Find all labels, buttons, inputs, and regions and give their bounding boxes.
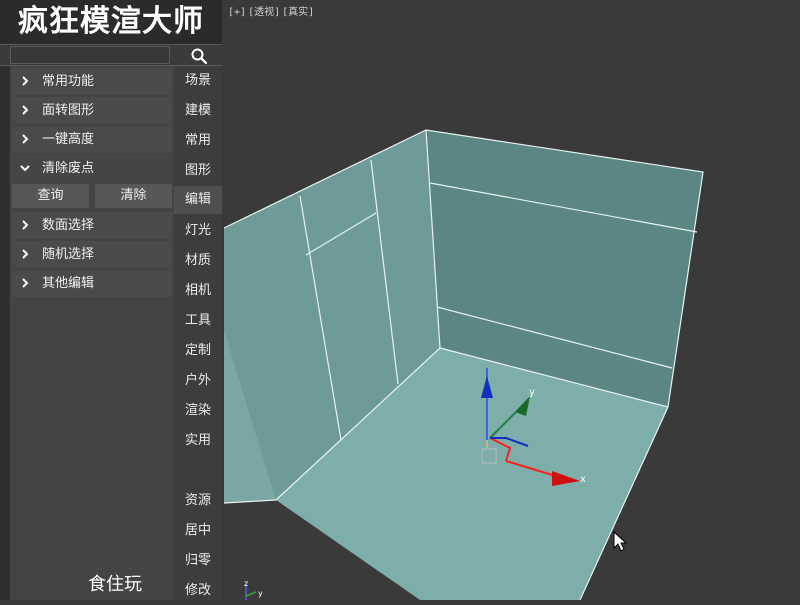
category-modeling[interactable]: 建模	[174, 97, 222, 125]
menu-item-other-edit[interactable]: 其他编辑	[12, 270, 172, 297]
search-icon	[191, 48, 208, 64]
category-resources[interactable]: 资源	[174, 487, 222, 515]
perspective-viewport[interactable]: [+] [透视] [真实] y x z y	[224, 0, 800, 600]
category-outdoor[interactable]: 户外	[174, 367, 222, 395]
corner-y-label: y	[258, 589, 263, 598]
scene-canvas: y x z y	[224, 129, 704, 600]
function-menu: 常用功能 面转图形 一键高度 清除废点 查询 清除 数面选择 随机选择 其他编辑	[12, 68, 172, 299]
category-sidebar: 场景 建模 常用 图形 编辑 灯光 材质 相机 工具 定制 户外 渲染 实用 资…	[174, 66, 222, 600]
chevron-right-icon	[22, 105, 29, 115]
chevron-right-icon	[22, 220, 29, 230]
menu-item-label: 随机选择	[42, 247, 95, 262]
category-common[interactable]: 常用	[174, 127, 222, 155]
mouse-cursor-icon	[613, 530, 628, 552]
menu-item-common[interactable]: 常用功能	[12, 68, 172, 95]
menu-item-label: 其他编辑	[42, 276, 95, 291]
category-tools[interactable]: 工具	[174, 307, 222, 335]
search-row	[0, 44, 222, 66]
menu-item-label: 数面选择	[42, 218, 95, 233]
category-center[interactable]: 居中	[174, 517, 222, 545]
category-utility[interactable]: 实用	[174, 427, 222, 455]
menu-item-face-to-shape[interactable]: 面转图形	[12, 97, 172, 124]
category-modify[interactable]: 修改	[174, 577, 222, 605]
category-materials[interactable]: 材质	[174, 247, 222, 275]
category-shape[interactable]: 图形	[174, 157, 222, 185]
chevron-down-icon	[20, 165, 30, 172]
menu-item-label: 清除废点	[42, 161, 95, 176]
corner-z-label: z	[244, 579, 248, 588]
chevron-right-icon	[22, 134, 29, 144]
category-reset[interactable]: 归零	[174, 547, 222, 575]
category-camera[interactable]: 相机	[174, 277, 222, 305]
category-edit[interactable]: 编辑	[174, 186, 222, 214]
menu-item-random-select[interactable]: 随机选择	[12, 241, 172, 268]
menu-item-label: 常用功能	[42, 74, 95, 89]
search-input[interactable]	[10, 46, 170, 64]
category-render[interactable]: 渲染	[174, 397, 222, 425]
left-panel: 疯狂模渲大师 常用功能 面转图形 一键高度 清除废点 查询 清除 数面选择 随机…	[0, 0, 222, 600]
clear-points-actions: 查询 清除	[12, 184, 172, 208]
chevron-right-icon	[22, 76, 29, 86]
menu-item-label: 面转图形	[42, 103, 95, 118]
chevron-right-icon	[22, 249, 29, 259]
app-title: 疯狂模渲大师	[0, 0, 222, 44]
query-button[interactable]: 查询	[12, 184, 89, 208]
menu-item-face-count-select[interactable]: 数面选择	[12, 212, 172, 239]
menu-item-clear-waste-points[interactable]: 清除废点	[12, 155, 172, 182]
category-lights[interactable]: 灯光	[174, 217, 222, 245]
menu-item-label: 一键高度	[42, 132, 95, 147]
gizmo-x-label: x	[580, 474, 586, 485]
category-custom[interactable]: 定制	[174, 337, 222, 365]
corner-axis-indicator: z y	[244, 579, 263, 600]
search-button[interactable]	[176, 45, 222, 66]
category-scene[interactable]: 场景	[174, 67, 222, 95]
footer-brand: 食住玩	[88, 574, 142, 595]
panel-gutter	[0, 66, 10, 600]
clear-button[interactable]: 清除	[95, 184, 172, 208]
gizmo-y-label: y	[529, 387, 535, 398]
chevron-right-icon	[22, 278, 29, 288]
menu-item-one-click-height[interactable]: 一键高度	[12, 126, 172, 153]
